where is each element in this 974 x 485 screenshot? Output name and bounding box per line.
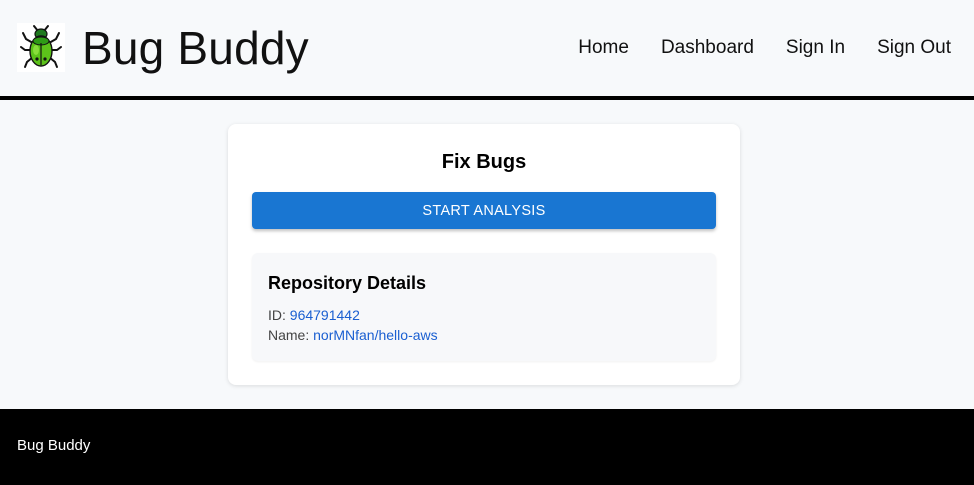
footer-brand: Bug Buddy — [17, 437, 91, 454]
fix-bugs-card: Fix Bugs START ANALYSIS Repository Detai… — [228, 124, 740, 385]
site-header: Bug Buddy Home Dashboard Sign In Sign Ou… — [0, 0, 974, 100]
repo-id-label: ID: — [268, 307, 286, 323]
nav-sign-in-link[interactable]: Sign In — [786, 36, 845, 60]
main-nav: Home Dashboard Sign In Sign Out — [578, 36, 951, 60]
brand-title[interactable]: Bug Buddy — [82, 20, 309, 76]
nav-sign-out-link[interactable]: Sign Out — [877, 36, 951, 60]
card-title: Fix Bugs — [441, 151, 527, 173]
repository-details-title: Repository Details — [268, 273, 427, 293]
repo-id-value: 964791442 — [289, 307, 360, 323]
nav-dashboard-link[interactable]: Dashboard — [661, 36, 754, 60]
site-footer: Bug Buddy — [0, 409, 974, 485]
nav-home-link[interactable]: Home — [578, 36, 629, 60]
repo-name-label: Name: — [268, 327, 310, 343]
repository-details-panel: Repository Details ID: 964791442 Name: n… — [252, 253, 716, 361]
repo-name-value: norMNfan/hello-aws — [313, 327, 438, 343]
repo-id-row: ID: 964791442 — [268, 307, 360, 323]
start-analysis-button[interactable]: START ANALYSIS — [252, 192, 716, 229]
repo-name-row: Name: norMNfan/hello-aws — [268, 327, 438, 343]
green-beetle-icon[interactable] — [17, 23, 65, 72]
